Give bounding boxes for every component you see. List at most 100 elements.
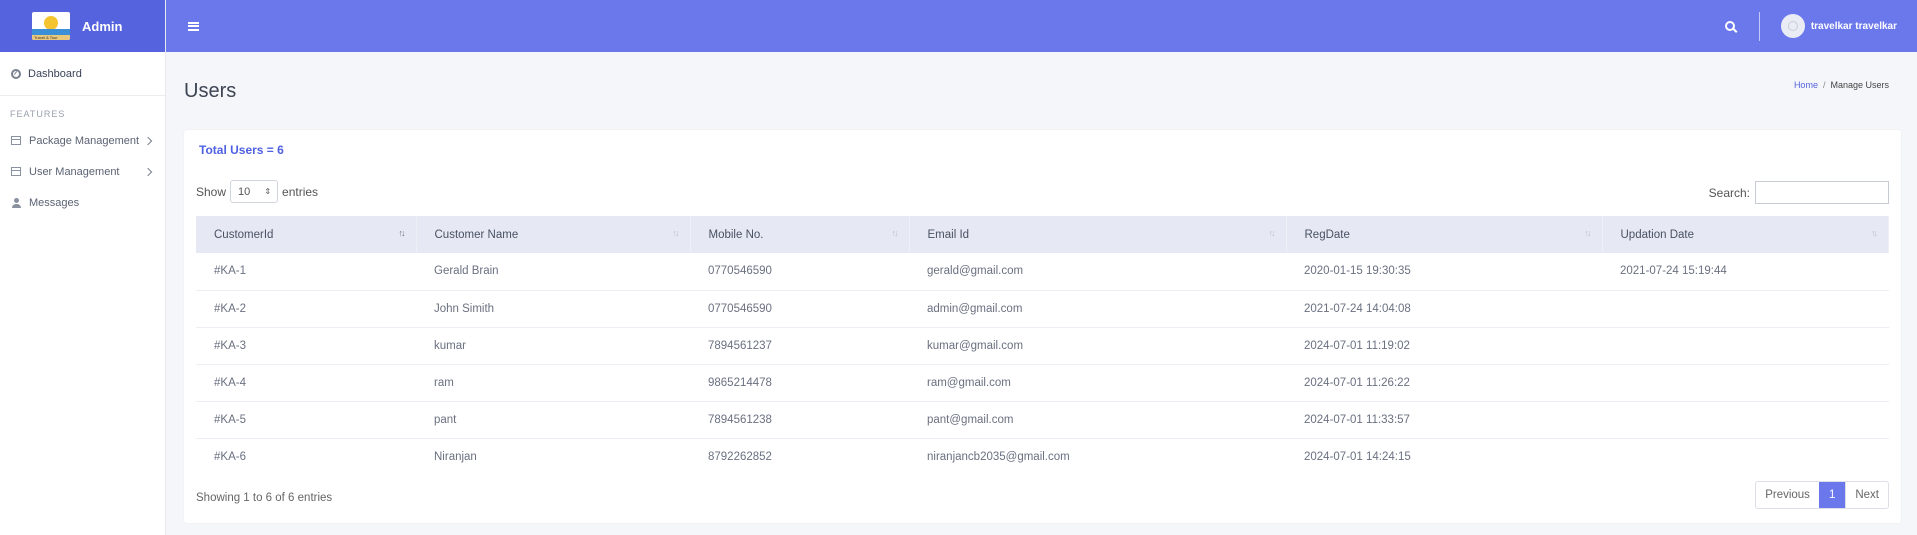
- sidebar: Travel & Tour Admin Dashboard FEATURES P…: [0, 0, 166, 535]
- cell-customer-name: kumar: [416, 327, 690, 365]
- cell-customerid: #KA-1: [196, 253, 416, 291]
- breadcrumb-current: Manage Users: [1830, 80, 1889, 90]
- sidebar-item-dashboard[interactable]: Dashboard: [0, 52, 165, 96]
- column-header-mobile[interactable]: Mobile No. ↑↓: [690, 216, 910, 253]
- breadcrumb-home-link[interactable]: Home: [1794, 80, 1818, 90]
- breadcrumb-separator: /: [1822, 80, 1826, 90]
- table-header-row: CustomerId ↑↓ Customer Name ↑↓ Mobile No. ↑…: [196, 216, 1889, 253]
- cell-customer-name: John Simith: [416, 290, 690, 328]
- pagination: Previous 1 Next: [1755, 481, 1889, 509]
- cell-email: pant@gmail.com: [909, 401, 1286, 439]
- page-length-select[interactable]: 10: [230, 180, 279, 203]
- sidebar-item-label: Dashboard: [28, 67, 82, 80]
- previous-page-button[interactable]: Previous: [1756, 482, 1819, 508]
- cell-updation-date: [1602, 401, 1889, 439]
- dashboard-icon: [11, 68, 21, 79]
- cell-customerid: #KA-5: [196, 401, 416, 439]
- hamburger-icon[interactable]: [188, 21, 199, 31]
- cell-mobile: 7894561238: [690, 401, 909, 439]
- column-header-email[interactable]: Email Id ↑↓: [909, 216, 1287, 253]
- next-page-button[interactable]: Next: [1845, 482, 1888, 508]
- cell-email: gerald@gmail.com: [909, 253, 1286, 291]
- cell-customerid: #KA-3: [196, 327, 416, 365]
- column-header-updation-date[interactable]: Updation Date ↑↓: [1602, 216, 1889, 253]
- cell-regdate: 2021-07-24 14:04:08: [1286, 290, 1602, 328]
- sort-arrows-icon: ↑↓: [1584, 228, 1592, 238]
- cell-mobile: 0770546590: [690, 253, 909, 291]
- cell-email: admin@gmail.com: [909, 290, 1286, 328]
- total-users-label: Total Users = 6: [199, 143, 284, 157]
- topbar: travelkar travelkar: [166, 0, 1917, 52]
- cell-email: ram@gmail.com: [909, 364, 1286, 402]
- search-input[interactable]: [1755, 181, 1889, 204]
- brand-logo: Travel & Tour: [32, 12, 70, 40]
- page-length-value: 10: [238, 185, 251, 198]
- cell-updation-date: [1602, 327, 1889, 365]
- cell-email: niranjancb2035@gmail.com: [927, 450, 1070, 463]
- sidebar-item-label: Messages: [29, 196, 80, 209]
- cell-customer-name: ram: [416, 364, 690, 402]
- cell-customerid: #KA-4: [196, 364, 416, 402]
- cell-updation-date: [1602, 290, 1889, 328]
- cell-customer-name: pant: [416, 401, 690, 439]
- cell-updation-date: 2021-07-24 15:19:44: [1602, 253, 1889, 291]
- sort-arrows-icon: ↑↓: [1268, 228, 1276, 238]
- sidebar-item-user-management[interactable]: User Management: [0, 156, 165, 187]
- users-table: CustomerId ↑↓ Customer Name ↑↓ Mobile No. ↑…: [196, 216, 1889, 475]
- table-row: #KA-1 Gerald Brain 0770546590 gerald@gma…: [196, 253, 1889, 291]
- sort-arrows-icon: ↑↓: [891, 228, 899, 238]
- cell-customerid: #KA-2: [196, 290, 416, 328]
- sidebar-item-label: Package Management: [29, 134, 140, 147]
- sort-arrows-icon: ↑↓: [1871, 228, 1878, 238]
- brand[interactable]: Travel & Tour Admin: [0, 0, 165, 52]
- table-info: Showing 1 to 6 of 6 entries: [196, 492, 333, 504]
- brand-name: Admin: [82, 18, 123, 34]
- cell-mobile: 7894561237: [690, 327, 909, 365]
- table-search: Search:: [1709, 181, 1889, 204]
- table-row: #KA-5 pant 7894561238 pant@gmail.com 202…: [196, 401, 1889, 439]
- cell-customer-name: Gerald Brain: [416, 253, 690, 291]
- avatar[interactable]: [1780, 14, 1805, 38]
- sort-arrows-icon: ↑↓: [398, 228, 406, 238]
- users-card: Total Users = 6 Show 10 entries Search: …: [184, 130, 1901, 523]
- cell-mobile: 0770546590: [690, 290, 909, 328]
- table-row: #KA-3 kumar 7894561237 kumar@gmail.com 2…: [196, 327, 1889, 365]
- user-icon: [11, 197, 21, 208]
- cell-regdate: 2024-07-01 14:24:15: [1304, 450, 1411, 463]
- cell-mobile: 8792262852: [708, 450, 772, 463]
- page-length-control: Show 10 entries: [196, 180, 318, 203]
- table-row: #KA-6 Niranjan 8792262852 niranjancb2035…: [196, 438, 1889, 475]
- cell-regdate: 2024-07-01 11:19:02: [1286, 327, 1602, 365]
- table-row: #KA-2 John Simith 0770546590 admin@gmail…: [196, 290, 1889, 328]
- show-label: Show: [196, 184, 227, 199]
- table-icon: [11, 136, 21, 145]
- cell-updation-date: [1602, 364, 1889, 402]
- search-label: Search:: [1708, 185, 1750, 200]
- sidebar-item-messages[interactable]: Messages: [0, 187, 165, 218]
- brand-logo-text: Travel & Tour: [34, 35, 58, 40]
- column-header-customerid[interactable]: CustomerId ↑↓: [196, 216, 417, 253]
- cell-regdate: 2020-01-15 19:30:35: [1286, 253, 1602, 291]
- search-icon[interactable]: [1724, 21, 1735, 31]
- chevron-right-icon: [143, 136, 153, 145]
- table-row: #KA-4 ram 9865214478 ram@gmail.com 2024-…: [196, 364, 1889, 402]
- sort-arrows-icon: ↑↓: [672, 228, 680, 238]
- cell-email: kumar@gmail.com: [909, 327, 1286, 365]
- column-header-customer-name[interactable]: Customer Name ↑↓: [416, 216, 691, 253]
- divider: [1758, 11, 1760, 41]
- sidebar-section-title: FEATURES: [10, 109, 66, 119]
- cell-regdate: 2024-07-01 11:26:22: [1286, 364, 1602, 402]
- sidebar-item-package-management[interactable]: Package Management: [0, 125, 165, 156]
- cell-regdate: 2024-07-01 11:33:57: [1286, 401, 1602, 439]
- page-title: Users: [184, 80, 237, 102]
- breadcrumb: Home / Manage Users: [1794, 80, 1889, 90]
- table-icon: [11, 167, 21, 176]
- column-header-regdate[interactable]: RegDate ↑↓: [1286, 216, 1603, 253]
- chevron-right-icon: [143, 167, 153, 176]
- cell-updation-date: [1602, 438, 1889, 475]
- page-1-button[interactable]: 1: [1818, 482, 1846, 508]
- entries-label: entries: [282, 184, 319, 199]
- sidebar-item-label: User Management: [29, 165, 120, 178]
- cell-customer-name: Niranjan: [434, 450, 477, 463]
- username[interactable]: travelkar travelkar: [1811, 21, 1897, 32]
